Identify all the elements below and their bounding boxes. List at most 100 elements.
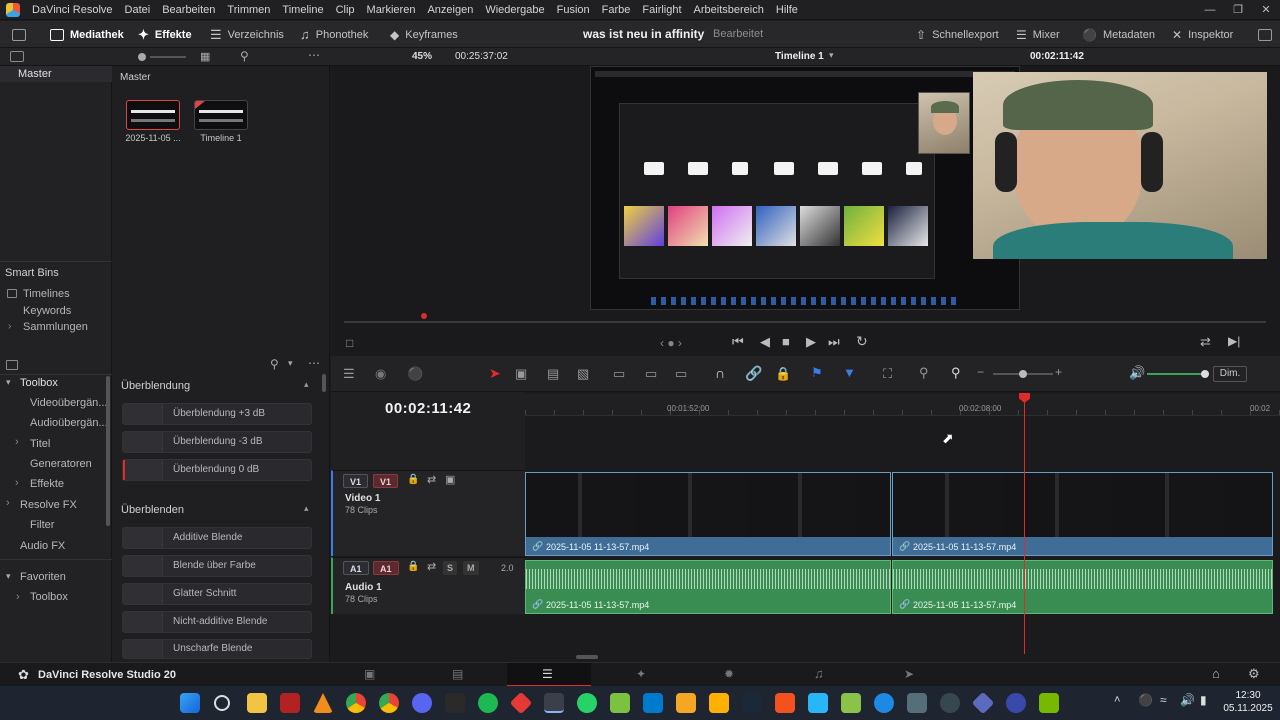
menu-markieren[interactable]: Markieren xyxy=(361,4,422,16)
effect-tile[interactable]: Nicht-additive Blende xyxy=(122,611,312,633)
menu-datei[interactable]: Datei xyxy=(119,4,157,16)
close-icon[interactable]: ✕ xyxy=(1252,0,1280,20)
video-track-header[interactable]: V1 V1 🔒 ⇄ ▣ Video 1 78 Clips xyxy=(331,470,525,556)
solo-button[interactable]: S xyxy=(443,561,458,575)
battery-icon[interactable]: ▮ xyxy=(1200,693,1207,707)
chevron-down-icon[interactable]: ▾ xyxy=(6,571,11,582)
file-explorer-icon[interactable] xyxy=(247,693,267,713)
play-reverse-icon[interactable]: ◀ xyxy=(760,334,770,350)
search-icon[interactable] xyxy=(214,695,230,711)
vscode-icon[interactable] xyxy=(643,693,663,713)
chevron-down-icon[interactable]: ▾ xyxy=(829,50,834,61)
windows-start-icon[interactable] xyxy=(180,693,200,713)
cut-page-icon[interactable]: ▤ xyxy=(452,667,463,681)
audio-clip[interactable]: 🔗 2025-11-05 11-13-57.mp4 xyxy=(892,560,1273,614)
inspektor-button[interactable]: ✕ Inspektor xyxy=(1172,21,1233,48)
chevron-right-icon[interactable]: › xyxy=(16,591,20,603)
zoom-custom-icon[interactable]: ⚲ xyxy=(951,365,961,381)
auto-select-icon[interactable]: ⇄ xyxy=(427,473,436,486)
verzeichnis-button[interactable]: ☰ Verzeichnis xyxy=(210,21,284,48)
app-yellow-icon[interactable] xyxy=(709,693,729,713)
more-options-icon[interactable]: ⋯ xyxy=(308,356,320,370)
menu-farbe[interactable]: Farbe xyxy=(596,4,637,16)
favoriten-label[interactable]: Favoriten xyxy=(20,571,66,583)
selection-tool-icon[interactable]: ➤ xyxy=(489,365,501,382)
transform-icon[interactable]: □ xyxy=(346,336,353,350)
app-rocket-icon[interactable] xyxy=(907,693,927,713)
audio-clip[interactable]: 🔗 2025-11-05 11-13-57.mp4 xyxy=(525,560,891,614)
zoom-level[interactable]: 45% xyxy=(412,51,432,62)
discord-icon[interactable] xyxy=(412,693,432,713)
playhead[interactable] xyxy=(1024,396,1025,654)
track-source-tag[interactable]: A1 xyxy=(343,561,369,575)
whatsapp-icon[interactable] xyxy=(577,693,597,713)
panel-icon[interactable] xyxy=(6,360,18,370)
eye-icon[interactable]: ◉ xyxy=(375,366,386,382)
video-clip[interactable]: 🔗 2025-11-05 11-13-57.mp4 xyxy=(525,472,891,556)
mediathek-button[interactable]: Mediathek xyxy=(50,21,124,48)
mute-button[interactable]: M xyxy=(463,561,479,575)
menu-trimmen[interactable]: Trimmen xyxy=(221,4,276,16)
stop-icon[interactable]: ■ xyxy=(782,334,790,349)
app-orange-icon[interactable] xyxy=(775,693,795,713)
grid-view-icon[interactable]: ▦ xyxy=(200,50,210,63)
slider-knob-icon[interactable] xyxy=(138,53,146,61)
chevron-down-icon[interactable]: ▾ xyxy=(6,377,11,388)
loop-icon[interactable]: ↻ xyxy=(856,333,868,350)
app-blue-icon[interactable] xyxy=(808,693,828,713)
menu-bearbeiten[interactable]: Bearbeiten xyxy=(156,4,221,16)
marker-icon[interactable]: ▼ xyxy=(843,365,856,380)
metadaten-button[interactable]: ⚫ Metadaten xyxy=(1082,21,1155,48)
effect-tile[interactable]: Überblendung +3 dB xyxy=(122,403,312,425)
chevron-right-icon[interactable]: › xyxy=(8,321,11,332)
overwrite-icon[interactable]: ▭ xyxy=(645,366,657,382)
menu-arbeitsbereich[interactable]: Arbeitsbereich xyxy=(688,4,770,16)
volume-slider[interactable] xyxy=(1147,373,1205,375)
display-layout-button[interactable] xyxy=(12,21,26,48)
snapping-icon[interactable]: ∩ xyxy=(715,365,725,381)
gear-icon[interactable]: ⚙ xyxy=(1248,666,1260,682)
menu-wiedergabe[interactable]: Wiedergabe xyxy=(479,4,550,16)
audio-track-header[interactable]: A1 A1 🔒 ⇄ S M 2.0 Audio 1 78 Clips xyxy=(331,557,525,614)
zoom-slider-knob[interactable] xyxy=(1019,370,1027,378)
insert-icon[interactable]: ▭ xyxy=(613,366,625,382)
app-globe-icon[interactable] xyxy=(874,693,894,713)
menu-anzeigen[interactable]: Anzeigen xyxy=(421,4,479,16)
toolbox-label[interactable]: Toolbox xyxy=(20,377,58,389)
trim-tool-icon[interactable]: ▣ xyxy=(515,366,527,382)
scrubber-marker[interactable] xyxy=(421,313,427,319)
track-dest-tag[interactable]: A1 xyxy=(373,561,399,575)
spotify-icon[interactable] xyxy=(478,693,498,713)
tree-item-filter[interactable]: Filter xyxy=(0,516,112,534)
auto-select-icon[interactable]: ⇄ xyxy=(427,560,436,573)
chevron-down-icon[interactable]: ▾ xyxy=(288,358,293,369)
zoom-in-icon[interactable]: + xyxy=(1055,365,1062,379)
tree-item-generatoren[interactable]: Generatoren xyxy=(0,455,112,473)
affinity-icon[interactable] xyxy=(676,693,696,713)
skip-back-icon[interactable]: ⏮ xyxy=(732,334,744,350)
notepad-plus-icon[interactable] xyxy=(610,693,630,713)
flag-icon[interactable]: ⚑ xyxy=(811,365,823,381)
menu-fairlight[interactable]: Fairlight xyxy=(636,4,687,16)
speaker-icon[interactable]: 🔊 xyxy=(1129,365,1145,381)
media-page-icon[interactable]: ▣ xyxy=(364,667,375,681)
scrollbar[interactable] xyxy=(322,374,326,392)
mixer-button[interactable]: ☰ Mixer xyxy=(1016,21,1060,48)
dim-button[interactable]: Dim. xyxy=(1213,366,1247,382)
clip-thumbnail[interactable] xyxy=(126,100,180,130)
epic-games-icon[interactable] xyxy=(445,693,465,713)
fav-toolbox-label[interactable]: Toolbox xyxy=(30,591,68,603)
more-options-icon[interactable]: ⋯ xyxy=(308,48,320,62)
skip-forward-icon[interactable]: ⏭ xyxy=(828,334,840,350)
search-icon[interactable]: ⚲ xyxy=(270,357,279,371)
tray-chevron-icon[interactable]: ˄ xyxy=(1114,694,1120,706)
bin-master-row[interactable]: Master xyxy=(0,66,112,82)
jog-control[interactable]: ‹ ● › xyxy=(660,336,682,350)
panel-toggle-button[interactable] xyxy=(1258,21,1272,48)
tree-item-resolve-fx[interactable]: Resolve FX xyxy=(0,496,112,514)
menu-fusion[interactable]: Fusion xyxy=(551,4,596,16)
steam-icon[interactable] xyxy=(742,693,762,713)
deliver-page-icon[interactable]: ➤ xyxy=(904,667,914,681)
menu-clip[interactable]: Clip xyxy=(330,4,361,16)
obs-icon[interactable] xyxy=(940,693,960,713)
